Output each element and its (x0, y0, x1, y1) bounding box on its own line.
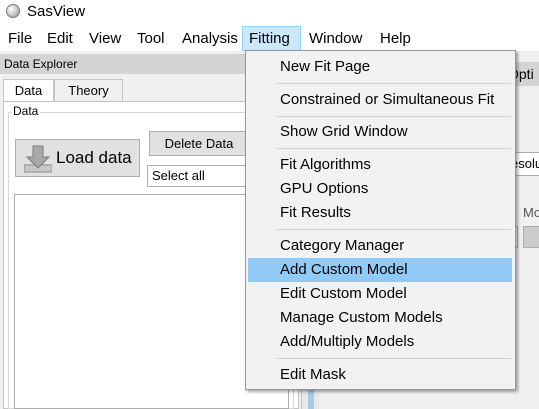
menu-separator (277, 229, 511, 230)
menu-view[interactable]: View (83, 26, 127, 51)
menu-help[interactable]: Help (374, 26, 417, 51)
menu-bar: File Edit View Tool Analysis Fitting Win… (0, 26, 539, 51)
menu-separator (277, 148, 511, 149)
tab-theory[interactable]: Theory (54, 79, 123, 101)
tab-data[interactable]: Data (3, 79, 54, 101)
menu-file[interactable]: File (2, 26, 38, 51)
menu-tool[interactable]: Tool (131, 26, 171, 51)
menu-window[interactable]: Window (303, 26, 368, 51)
menu-separator (277, 116, 511, 117)
select-all-combo[interactable]: Select all (147, 165, 249, 187)
menu-item-add-custom-model[interactable]: Add Custom Model (248, 258, 512, 282)
menu-item-fit-results[interactable]: Fit Results (248, 201, 512, 225)
download-arrow-icon (24, 145, 52, 173)
title-bar: SasView (0, 0, 539, 26)
menu-item-new-fit-page[interactable]: New Fit Page (248, 55, 512, 79)
menu-item-add-multiply-models[interactable]: Add/Multiply Models (248, 330, 512, 354)
menu-item-gpu-options[interactable]: GPU Options (248, 177, 512, 201)
window-title: SasView (27, 3, 86, 20)
data-group-label: Data (11, 104, 41, 118)
menu-separator (277, 83, 511, 84)
menu-edit[interactable]: Edit (41, 26, 79, 51)
fitting-menu: New Fit Page Constrained or Simultaneous… (245, 50, 516, 390)
scrollbar-thumb[interactable] (308, 388, 314, 409)
scrollbar-fragment[interactable] (301, 388, 319, 409)
menu-item-show-grid-window[interactable]: Show Grid Window (248, 120, 512, 144)
model-button-fragment[interactable] (523, 226, 539, 248)
model-label-fragment: Mo (523, 205, 539, 220)
menu-item-edit-mask[interactable]: Edit Mask (248, 363, 512, 387)
load-data-label: Load data (56, 148, 132, 167)
menu-item-category-manager[interactable]: Category Manager (248, 234, 512, 258)
load-data-button[interactable]: Load data (15, 139, 140, 177)
delete-data-button[interactable]: Delete Data (149, 131, 249, 156)
app-icon (6, 4, 20, 18)
menu-item-manage-custom-models[interactable]: Manage Custom Models (248, 306, 512, 330)
menu-item-fit-algorithms[interactable]: Fit Algorithms (248, 153, 512, 177)
menu-item-constrained-fit[interactable]: Constrained or Simultaneous Fit (248, 88, 512, 112)
menu-separator (277, 358, 511, 359)
menu-analysis[interactable]: Analysis (176, 26, 244, 51)
menu-item-edit-custom-model[interactable]: Edit Custom Model (248, 282, 512, 306)
menu-fitting[interactable]: Fitting (242, 26, 301, 51)
